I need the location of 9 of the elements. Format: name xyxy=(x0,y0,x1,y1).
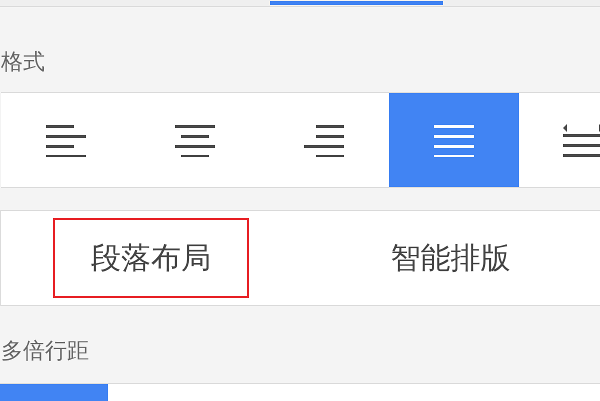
layout-button[interactable]: 段落布局 xyxy=(52,218,249,298)
layout-button[interactable]: 智能排版 xyxy=(352,218,548,298)
align-icon xyxy=(175,123,216,157)
align-icon xyxy=(434,123,474,157)
align-icon xyxy=(304,123,344,157)
section-label: 格式 xyxy=(0,49,46,77)
align-icon xyxy=(46,123,86,157)
distribute-icon xyxy=(563,123,600,157)
section-label: 多倍行距 xyxy=(0,338,90,366)
